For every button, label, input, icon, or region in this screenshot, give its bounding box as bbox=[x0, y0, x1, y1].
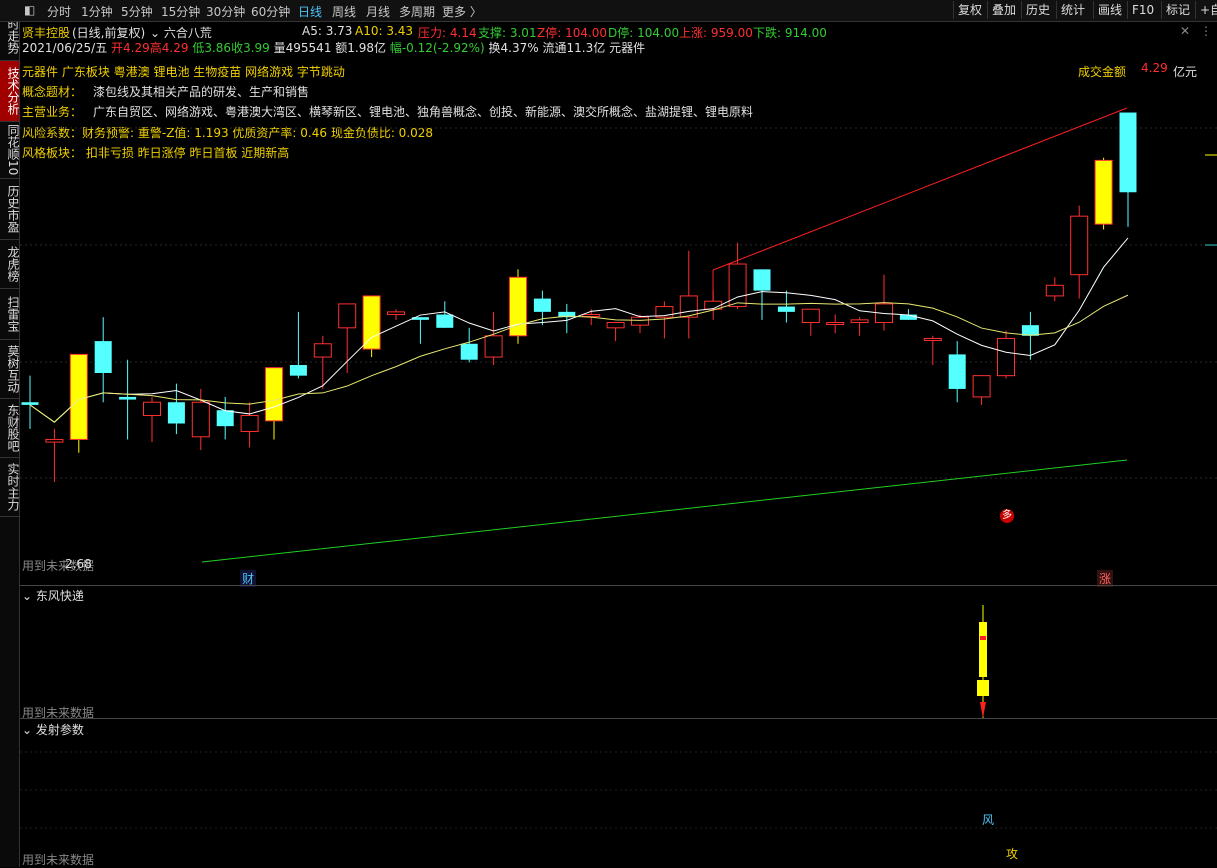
future-data-note-panel3: 用到未来数据 bbox=[22, 853, 95, 867]
draw-line-button[interactable]: 画线 bbox=[1093, 1, 1126, 19]
period-monthly[interactable]: 月线 bbox=[366, 3, 390, 20]
candle-body bbox=[460, 343, 478, 360]
panel3-grid bbox=[20, 751, 1217, 829]
candle-body bbox=[240, 415, 259, 432]
fuquan-button[interactable]: 复权 bbox=[953, 1, 986, 19]
marker-duo[interactable]: 多 bbox=[1000, 509, 1014, 523]
chevron-down-icon: ⌄ bbox=[22, 589, 33, 603]
side-tab-dragon-tiger[interactable]: 龙虎榜 bbox=[0, 240, 20, 289]
period-1min[interactable]: 1分钟 bbox=[81, 3, 113, 20]
panel3-header[interactable]: ⌄ 发射参数 bbox=[22, 721, 84, 738]
candle-body bbox=[191, 401, 210, 438]
candle-body bbox=[94, 341, 112, 373]
marker-feng: 风 bbox=[982, 813, 995, 827]
rocket-icon bbox=[977, 605, 989, 718]
side-tab-ths10[interactable]: 同花顺10 bbox=[0, 122, 20, 179]
period-toolbar: ◧ 分时 1分钟 5分钟 15分钟 30分钟 60分钟 日线 周线 月线 多周期… bbox=[0, 0, 1217, 22]
candle-body bbox=[1045, 284, 1064, 297]
period-15min[interactable]: 15分钟 bbox=[161, 3, 200, 20]
period-5min[interactable]: 5分钟 bbox=[121, 3, 153, 20]
candle-body bbox=[45, 438, 64, 443]
candle-body bbox=[436, 314, 454, 328]
period-30min[interactable]: 30分钟 bbox=[206, 3, 245, 20]
period-weekly[interactable]: 周线 bbox=[332, 3, 356, 20]
candle-body bbox=[338, 303, 357, 329]
side-tab-pe-history[interactable]: 历史市盈 bbox=[0, 179, 20, 240]
moving-averages bbox=[29, 237, 1129, 423]
side-tab-minesweeper[interactable]: 扫雷宝 bbox=[0, 289, 20, 340]
candle-body bbox=[167, 402, 185, 424]
candle-body bbox=[1119, 112, 1137, 193]
panel-divider-2 bbox=[20, 718, 1217, 719]
candle-body bbox=[948, 354, 966, 389]
candle-body bbox=[387, 311, 405, 316]
candle-body bbox=[313, 343, 332, 358]
candle-body bbox=[923, 337, 942, 341]
side-tab-technical[interactable]: 技术分析 bbox=[0, 61, 20, 122]
candle-body bbox=[216, 410, 234, 427]
panel2-header[interactable]: ⌄ 东风快递 bbox=[22, 587, 84, 604]
period-fenshi[interactable]: 分时 bbox=[47, 3, 71, 20]
candle-body bbox=[972, 375, 991, 398]
candle-body bbox=[997, 337, 1015, 377]
candlestick-chart[interactable] bbox=[20, 22, 1217, 585]
candle-body bbox=[362, 295, 381, 350]
support-trendline bbox=[201, 459, 1128, 563]
candle-body bbox=[582, 314, 601, 318]
period-daily[interactable]: 日线 bbox=[298, 3, 322, 20]
stats-button[interactable]: 统计 bbox=[1056, 1, 1089, 19]
f10-button[interactable]: F10 bbox=[1127, 1, 1158, 19]
candle-body bbox=[533, 298, 551, 312]
history-button[interactable]: 历史 bbox=[1021, 1, 1054, 19]
candle-body bbox=[289, 365, 307, 376]
panel2-title: 东风快递 bbox=[35, 589, 84, 603]
chevron-down-icon: ⌄ bbox=[22, 723, 33, 737]
resistance-trendline bbox=[712, 107, 1128, 271]
candle-body bbox=[1070, 215, 1089, 276]
candle-body bbox=[265, 367, 283, 422]
candle-body bbox=[143, 401, 161, 417]
panel-divider-1 bbox=[20, 585, 1217, 586]
candle-body bbox=[631, 316, 649, 326]
candle-body bbox=[850, 319, 869, 323]
marker-gong: 攻 bbox=[1006, 847, 1019, 861]
self-select-button[interactable]: +自 bbox=[1195, 1, 1217, 19]
price-low-label: 2.68 bbox=[65, 557, 92, 571]
side-tab-interaction[interactable]: 莫树互动 bbox=[0, 340, 20, 399]
candle-body bbox=[826, 322, 845, 325]
period-more[interactable]: 更多 〉 bbox=[442, 3, 482, 20]
candle-body bbox=[753, 269, 771, 291]
side-tab-main-force[interactable]: 实时主力 bbox=[0, 458, 20, 517]
overlay-button[interactable]: 叠加 bbox=[987, 1, 1020, 19]
side-tab-bar: 分时走势 技术分析 同花顺10 历史市盈 龙虎榜 扫雷宝 莫树互动 东财股吧 实… bbox=[0, 0, 20, 867]
candle-body bbox=[801, 308, 820, 324]
panel-toggle-icon[interactable]: ◧ bbox=[24, 3, 35, 17]
panel3-title: 发射参数 bbox=[35, 723, 84, 737]
candle-body bbox=[69, 353, 88, 440]
candle-body bbox=[777, 306, 795, 312]
mark-button[interactable]: 标记 bbox=[1161, 1, 1194, 19]
ma5-line bbox=[29, 237, 1129, 423]
candle-body bbox=[484, 335, 503, 358]
candles bbox=[21, 112, 1137, 482]
period-60min[interactable]: 60分钟 bbox=[251, 3, 290, 20]
candle-body bbox=[119, 396, 137, 400]
period-multi[interactable]: 多周期 bbox=[399, 3, 435, 20]
side-tab-guba[interactable]: 东财股吧 bbox=[0, 399, 20, 458]
candle-body bbox=[1094, 159, 1113, 225]
candle-body bbox=[21, 402, 39, 405]
candle-body bbox=[606, 322, 625, 329]
